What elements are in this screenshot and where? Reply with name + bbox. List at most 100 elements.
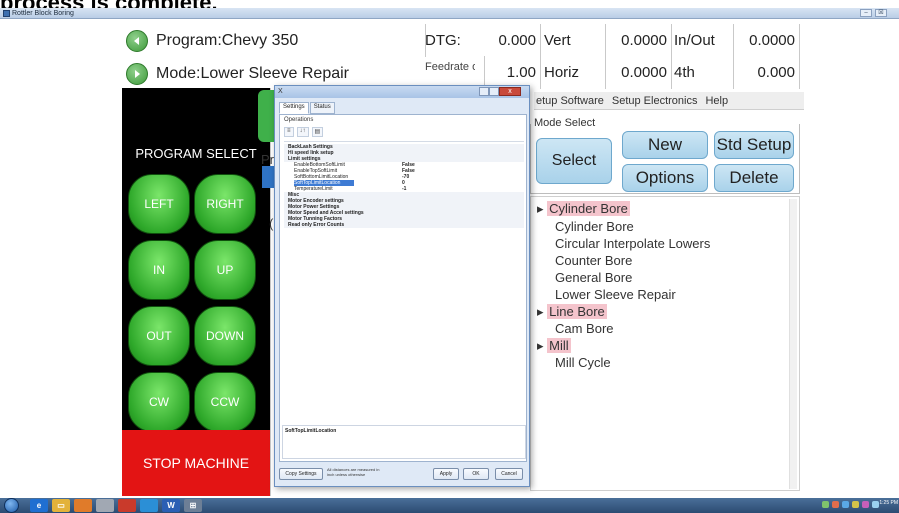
dtg-cell: DTG: <box>425 24 461 57</box>
tree-label: Cylinder Bore <box>547 201 630 216</box>
window-title: Rottler Block Boring <box>12 10 74 17</box>
dialog-tabs: Settings Status <box>279 102 336 114</box>
vert-value-cell: 0.0000 <box>606 24 672 57</box>
tray-icon[interactable] <box>852 501 859 508</box>
partial-program-label: Pr <box>261 152 274 167</box>
apply-button[interactable]: Apply <box>433 468 459 480</box>
outlook-icon[interactable] <box>74 499 92 512</box>
tree-item[interactable]: Counter Bore <box>555 253 632 268</box>
right-button[interactable]: RIGHT <box>194 174 256 234</box>
menu-bar: etup Software Setup Electronics Help <box>534 92 804 110</box>
tree-label: Line Bore <box>547 304 607 319</box>
dialog-close-button[interactable]: x <box>499 87 521 96</box>
tree-item[interactable]: Cylinder Bore <box>555 219 634 234</box>
dialog-minimize-button[interactable] <box>479 87 489 96</box>
tree-item[interactable]: General Bore <box>555 270 632 285</box>
menu-help[interactable]: Help <box>705 95 728 107</box>
feedrate-label: Feedrate override <box>425 60 475 73</box>
copy-settings-button[interactable]: Copy Settings <box>279 468 323 480</box>
in-button[interactable]: IN <box>128 240 190 300</box>
fourth-value-cell: 0.000 <box>734 56 800 89</box>
arrow-right-icon <box>135 69 140 78</box>
mode-next-button[interactable] <box>126 62 148 85</box>
tab-status[interactable]: Status <box>309 102 335 114</box>
menu-setup-software[interactable]: etup Software <box>536 95 604 107</box>
categorized-icon[interactable]: ≡ <box>284 127 294 137</box>
tree-category-line-bore[interactable]: ▸ Line Bore <box>537 304 607 320</box>
tree-item[interactable]: Cam Bore <box>555 321 614 336</box>
tree-item[interactable]: Lower Sleeve Repair <box>555 287 676 302</box>
cancel-button[interactable]: Cancel <box>495 468 523 480</box>
minimize-button[interactable]: – <box>860 9 872 17</box>
select-button[interactable]: Select <box>536 138 612 184</box>
inout-label: In/Out <box>674 32 715 49</box>
mode-tree: ▸ Cylinder Bore Cylinder Bore Circular I… <box>530 196 800 491</box>
options-button[interactable]: Options <box>622 164 708 192</box>
tray-icon[interactable] <box>822 501 829 508</box>
screen: process is complete. Rottler Block Borin… <box>0 0 899 513</box>
program-row: Program:Chevy 350 <box>122 24 298 57</box>
down-button[interactable]: DOWN <box>194 306 256 366</box>
taskbar: e ▭ W ⊞ 1:25 PM <box>0 498 899 513</box>
dtg-value: 0.000 <box>498 32 536 49</box>
program-label: Program:Chevy 350 <box>156 31 299 49</box>
cw-button[interactable]: CW <box>128 372 190 432</box>
tree-scrollbar[interactable] <box>789 199 797 489</box>
up-button[interactable]: UP <box>194 240 256 300</box>
dtg-value-cell: 0.000 <box>470 24 541 57</box>
ccw-button[interactable]: CCW <box>194 372 256 432</box>
out-button[interactable]: OUT <box>128 306 190 366</box>
ok-button[interactable]: OK <box>463 468 489 480</box>
tree-item[interactable]: Circular Interpolate Lowers <box>555 236 710 251</box>
ie-icon[interactable]: e <box>30 499 48 512</box>
jog-panel: PROGRAM SELECT LEFT RIGHT IN UP OUT DOWN… <box>122 88 270 432</box>
volume-icon[interactable] <box>872 501 879 508</box>
grid-group-row[interactable]: Read only Error Counts <box>284 222 524 228</box>
tree-item[interactable]: Mill Cycle <box>555 355 611 370</box>
delete-button[interactable]: Delete <box>714 164 794 192</box>
left-button[interactable]: LEFT <box>128 174 190 234</box>
folder-icon[interactable]: ▭ <box>52 499 70 512</box>
horiz-value-cell: 0.0000 <box>606 56 672 89</box>
dialog-maximize-button[interactable] <box>489 87 499 96</box>
grid-toolbar: ≡ ↓↑ ▤ <box>284 127 324 137</box>
new-button[interactable]: New <box>622 131 708 159</box>
word-icon[interactable]: W <box>162 499 180 512</box>
inout-value: 0.0000 <box>749 32 795 49</box>
tree-category-mill[interactable]: ▸ Mill <box>537 338 571 354</box>
program-prev-button[interactable] <box>126 29 148 52</box>
fourth-label: 4th <box>674 64 695 81</box>
program-select-title: PROGRAM SELECT <box>135 146 257 161</box>
tree-category-cylinder-bore[interactable]: ▸ Cylinder Bore <box>537 201 630 217</box>
clock: 1:25 PM <box>879 500 898 506</box>
close-window-button[interactable]: ☒ <box>875 9 887 17</box>
std-setup-button[interactable]: Std Setup <box>714 131 794 159</box>
property-grid-panel: Operations ≡ ↓↑ ▤ BackLash Settings Hi s… <box>279 114 527 462</box>
menu-setup-electronics[interactable]: Setup Electronics <box>612 95 698 107</box>
sort-icon[interactable]: ↓↑ <box>296 127 309 137</box>
app-window-icon[interactable]: ⊞ <box>184 499 202 512</box>
dtg-label: DTG: <box>425 32 461 49</box>
horiz-label: Horiz <box>544 64 580 81</box>
mode-select-label: Mode Select <box>534 117 596 129</box>
fourth-value: 0.000 <box>757 64 795 81</box>
tray-icon[interactable] <box>862 501 869 508</box>
dialog-titlebar[interactable]: X x <box>275 86 529 98</box>
property-pages-icon[interactable]: ▤ <box>311 127 324 137</box>
tray-icon[interactable] <box>832 501 839 508</box>
media-icon[interactable] <box>96 499 114 512</box>
inout-cell: In/Out <box>672 24 734 57</box>
vert-value: 0.0000 <box>621 32 667 49</box>
row-key: Read only Error Counts <box>288 222 345 228</box>
dialog-footer: Copy Settings All distances are measured… <box>275 464 529 484</box>
app-icon <box>3 10 10 17</box>
tree-label: Mill <box>547 338 571 353</box>
tab-settings[interactable]: Settings <box>279 102 309 114</box>
vert-label: Vert <box>544 32 571 49</box>
start-button[interactable] <box>4 498 19 513</box>
acrobat-icon[interactable] <box>118 499 136 512</box>
skype-icon[interactable] <box>140 499 158 512</box>
window-titlebar: Rottler Block Boring – ☒ <box>0 8 899 19</box>
stop-machine-button[interactable]: STOP MACHINE <box>122 430 270 496</box>
tray-icon[interactable] <box>842 501 849 508</box>
